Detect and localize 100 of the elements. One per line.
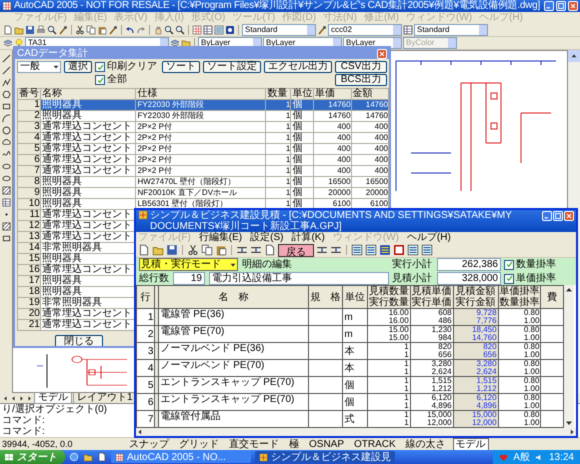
copy-icon[interactable] xyxy=(86,25,96,35)
column-header[interactable]: 見積数量実行数量 xyxy=(367,286,410,308)
table-row[interactable]: 6 通常埋込コンセント 2P×2 P付 1 個 400 400 xyxy=(18,154,388,166)
table-cell[interactable]: 1,230 984 xyxy=(410,326,454,342)
close-button[interactable] xyxy=(377,48,387,58)
row-lines-icon[interactable] xyxy=(250,244,262,256)
work-name-field[interactable]: 電力引込設備工事 xyxy=(209,272,389,285)
table-cell[interactable]: 3,280 2,624 xyxy=(453,360,498,376)
column-header[interactable]: 名称 xyxy=(40,88,136,100)
table-icon[interactable] xyxy=(403,25,413,35)
polyline-icon[interactable] xyxy=(2,78,10,87)
table-cell[interactable]: 608 486 xyxy=(410,308,454,326)
minimize-button[interactable] xyxy=(542,211,552,221)
folder-icon[interactable] xyxy=(83,452,93,462)
table-row[interactable]: 5 通常埋込コンセント 2P×2 P付 1 個 400 400 xyxy=(18,144,388,154)
layout-tab[interactable]: モデル xyxy=(34,392,72,404)
table-cell[interactable]: 6,120 4,896 xyxy=(410,394,454,410)
dialog-button[interactable]: エクセル出力 xyxy=(264,61,332,73)
table-cell[interactable]: 0.80 1.00 xyxy=(498,394,541,410)
dimension-style-dropdown[interactable]: ccc02 xyxy=(328,24,402,36)
list-icon[interactable] xyxy=(379,244,391,256)
close-button[interactable] xyxy=(564,211,574,221)
folder-icon[interactable] xyxy=(14,25,24,35)
table-row[interactable]: 2 照明器具 FY22030 外部階段 1 個 14760 14760 xyxy=(18,110,388,122)
clipboard-icon[interactable] xyxy=(215,244,227,256)
globe-icon[interactable] xyxy=(69,452,79,462)
scroll-bar[interactable] xyxy=(564,285,574,428)
column-header[interactable]: 単位 xyxy=(290,88,314,100)
table-cell[interactable]: 820 656 xyxy=(410,342,454,360)
table-cell[interactable]: 18,450 14,760 xyxy=(453,326,498,342)
table-cell[interactable]: 1 1 xyxy=(367,394,410,410)
undo-icon[interactable] xyxy=(125,25,135,35)
scissors-icon[interactable] xyxy=(75,25,85,35)
table-cell[interactable]: 6,120 4,896 xyxy=(453,394,498,410)
checkbox[interactable] xyxy=(504,274,514,284)
column-header[interactable]: 単価掛率数量掛率 xyxy=(498,286,541,308)
subtotal-field[interactable]: 262,386 xyxy=(437,258,501,271)
table-row[interactable]: 4 通常埋込コンセント 2P×2 P付 1 個 400 400 xyxy=(18,132,388,144)
table-cell[interactable]: 15,000 12,000 xyxy=(453,410,498,428)
document-icon[interactable] xyxy=(97,452,107,462)
menu-item[interactable]: 計算(K) xyxy=(291,232,325,244)
table-cell[interactable]: 1 1 xyxy=(367,360,410,376)
column-header[interactable]: 単位 xyxy=(342,286,368,308)
circle-icon[interactable] xyxy=(2,126,10,135)
table-cell[interactable]: ノーマルベンド PE(36) xyxy=(158,342,308,360)
table-cell[interactable]: m xyxy=(342,326,368,342)
table-cell[interactable]: 0.80 1.00 xyxy=(498,342,541,360)
status-toggle[interactable]: OTRACK xyxy=(351,438,399,450)
table-row[interactable]: 7 通常埋込コンセント 2P×2 P付 1 個 400 400 xyxy=(18,166,388,176)
column-header[interactable]: 金額 xyxy=(351,88,388,100)
scroll-up-button[interactable] xyxy=(568,50,580,62)
table-cell[interactable]: 1 1 xyxy=(367,376,410,394)
table-icon[interactable] xyxy=(2,198,10,207)
table-cell[interactable]: 本 xyxy=(342,360,368,376)
status-toggle[interactable]: グリッド xyxy=(176,438,222,450)
brush-icon[interactable] xyxy=(317,25,327,35)
row-lines-icon[interactable] xyxy=(316,244,328,256)
table-cell[interactable]: 0.80 1.00 xyxy=(498,326,541,342)
maximize-button[interactable] xyxy=(556,1,566,11)
arc-icon[interactable] xyxy=(2,114,10,123)
status-toggle[interactable]: 直交モード xyxy=(226,438,282,450)
horizontal-scroll-bar[interactable] xyxy=(136,428,576,436)
text-style-dropdown[interactable]: Standard xyxy=(242,24,316,36)
line-icon[interactable] xyxy=(2,66,10,75)
column-header[interactable]: 数量 xyxy=(266,88,291,100)
maximize-button[interactable] xyxy=(553,211,563,221)
column-header[interactable]: 番号 xyxy=(18,88,40,100)
dialog-button[interactable]: 選択 xyxy=(64,61,92,73)
table-cell[interactable]: 16.00 16.00 xyxy=(367,308,410,326)
table-cell[interactable]: ノーマルベンド PE(70) xyxy=(158,360,308,376)
column-header[interactable]: 仕様 xyxy=(136,88,266,100)
magnifier-icon[interactable] xyxy=(175,25,185,35)
copy-icon[interactable] xyxy=(201,244,213,256)
rectangle-icon[interactable] xyxy=(2,102,10,111)
table-cell[interactable]: m xyxy=(342,308,368,326)
scissors-icon[interactable] xyxy=(187,244,199,256)
total-rows-field[interactable]: 19 xyxy=(173,272,205,285)
table-cell[interactable]: 個 xyxy=(342,376,368,394)
column-header[interactable]: 見積単価実行単価 xyxy=(410,286,454,308)
column-header[interactable]: 費 xyxy=(540,286,564,308)
table-cell[interactable]: 9,728 7,776 xyxy=(453,308,498,326)
table-row[interactable]: 3 通常埋込コンセント 2P×2 P付 1 個 400 400 xyxy=(18,122,388,132)
row-lines-icon[interactable] xyxy=(330,244,342,256)
table-cell[interactable]: 0.80 1.00 xyxy=(498,376,541,394)
grid-icon[interactable] xyxy=(192,25,202,35)
hatch-icon[interactable] xyxy=(2,222,10,231)
layers-icon[interactable] xyxy=(170,38,180,48)
back-button[interactable]: 戻る xyxy=(278,244,314,256)
menu-item[interactable]: ヘルプ(H) xyxy=(406,232,451,244)
printer-icon[interactable] xyxy=(36,25,46,35)
close-dialog-button[interactable]: 閉じる xyxy=(55,335,103,346)
taskbar-button[interactable]: AutoCAD 2005 - NO... xyxy=(111,451,251,463)
table-cell[interactable]: 個 xyxy=(342,394,368,410)
magnifier-icon[interactable] xyxy=(47,25,57,35)
square-icon[interactable] xyxy=(393,244,405,256)
table-cell[interactable]: 15.00 15.00 xyxy=(367,326,410,342)
column-header[interactable]: 名 称 xyxy=(158,286,308,308)
table-cell[interactable]: 3,280 2,624 xyxy=(410,360,454,376)
table-cell[interactable]: 0.80 1.00 xyxy=(498,308,541,326)
rectangle-icon[interactable] xyxy=(2,234,10,243)
